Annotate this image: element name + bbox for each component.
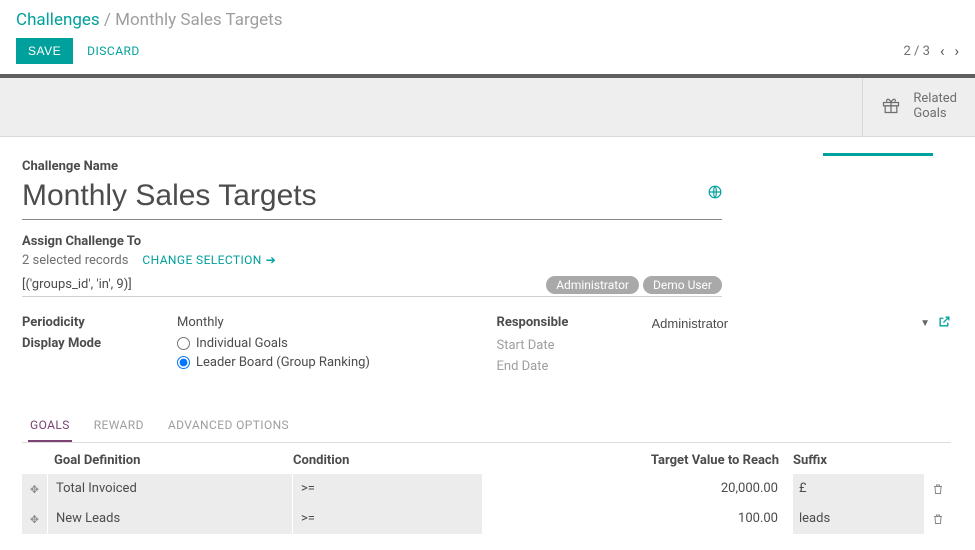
goal-definition-cell[interactable]: Total Invoiced <box>48 474 293 504</box>
breadcrumb-parent[interactable]: Challenges <box>16 10 100 30</box>
goal-target-cell[interactable]: 20,000.00 <box>483 474 793 504</box>
display-mode-individual-radio[interactable] <box>177 337 190 350</box>
pager-next-icon[interactable]: › <box>954 42 959 60</box>
assign-label: Assign Challenge To <box>22 234 722 249</box>
challenge-name-input[interactable] <box>22 177 698 219</box>
goals-col-definition: Goal Definition <box>48 453 293 468</box>
goal-row[interactable]: ✥ Total Invoiced >= 20,000.00 £ <box>22 474 951 504</box>
pager-prev-icon[interactable]: ‹ <box>940 42 945 60</box>
drag-handle-icon[interactable]: ✥ <box>22 504 48 534</box>
user-pill: Demo User <box>643 276 722 294</box>
responsible-label: Responsible <box>497 315 652 330</box>
related-goals-line1: Related <box>913 92 957 107</box>
goals-col-suffix: Suffix <box>793 453 925 468</box>
goal-condition-cell[interactable]: >= <box>293 474 483 504</box>
periodicity-label: Periodicity <box>22 315 177 330</box>
tab-advanced[interactable]: ADVANCED OPTIONS <box>166 410 291 442</box>
globe-icon[interactable] <box>708 185 722 203</box>
responsible-input[interactable] <box>652 316 913 331</box>
related-goals-line2: Goals <box>913 107 957 122</box>
goal-target-cell[interactable]: 100.00 <box>483 504 793 534</box>
breadcrumb: Challenges / Monthly Sales Targets <box>16 10 959 30</box>
tab-goals[interactable]: GOALS <box>28 410 72 442</box>
drag-handle-icon[interactable]: ✥ <box>22 474 48 504</box>
challenge-name-label: Challenge Name <box>22 159 951 174</box>
display-mode-leaderboard-radio[interactable] <box>177 356 190 369</box>
goal-condition-cell[interactable]: >= <box>293 504 483 534</box>
status-indicator <box>823 153 933 156</box>
delete-row-icon[interactable] <box>925 504 951 534</box>
external-link-icon[interactable] <box>938 315 951 332</box>
periodicity-value[interactable]: Monthly <box>177 315 477 330</box>
goal-definition-cell[interactable]: New Leads <box>48 504 293 534</box>
caret-down-icon[interactable]: ▼ <box>920 318 930 329</box>
start-date-label: Start Date <box>497 338 652 353</box>
arrow-right-icon: ➔ <box>266 253 276 267</box>
save-button[interactable]: SAVE <box>16 38 73 64</box>
breadcrumb-sep: / <box>104 10 115 30</box>
display-mode-individual-label: Individual Goals <box>196 336 288 351</box>
pager-label: 2 / 3 <box>904 44 930 59</box>
delete-row-icon[interactable] <box>925 474 951 504</box>
gift-icon <box>881 95 901 119</box>
goal-row[interactable]: ✥ New Leads >= 100.00 leads <box>22 504 951 534</box>
goal-suffix-cell[interactable]: £ <box>793 474 925 504</box>
end-date-label: End Date <box>497 359 652 374</box>
display-mode-leaderboard-label: Leader Board (Group Ranking) <box>196 355 370 370</box>
tab-reward[interactable]: REWARD <box>92 410 146 442</box>
assign-domain-text[interactable]: [('groups_id', 'in', 9)] <box>22 277 542 292</box>
breadcrumb-current: Monthly Sales Targets <box>115 10 282 30</box>
change-selection-button[interactable]: CHANGE SELECTION ➔ <box>142 253 276 267</box>
display-mode-label: Display Mode <box>22 336 177 351</box>
goal-suffix-cell[interactable]: leads <box>793 504 925 534</box>
pager: 2 / 3 ‹ › <box>904 42 959 60</box>
user-pill: Administrator <box>546 276 639 294</box>
assign-selected-count: 2 selected records <box>22 253 128 268</box>
discard-button[interactable]: DISCARD <box>87 44 140 58</box>
related-goals-button[interactable]: Related Goals <box>881 92 957 122</box>
goals-col-condition: Condition <box>293 453 483 468</box>
goals-col-target: Target Value to Reach <box>483 453 793 468</box>
